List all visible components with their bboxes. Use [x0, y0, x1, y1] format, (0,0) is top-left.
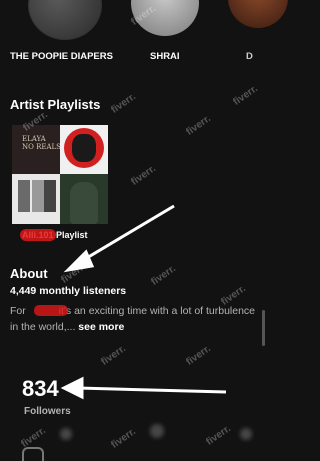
annotation-arrow-head	[63, 249, 95, 273]
annotation-arrow-line	[77, 386, 227, 394]
artist-profile-screen: { "related_artists": [ {"name": "THE POO…	[0, 0, 288, 461]
annotation-arrow-line	[79, 204, 175, 264]
annotation-arrow-head	[60, 376, 84, 400]
annotation-arrows	[60, 204, 227, 400]
